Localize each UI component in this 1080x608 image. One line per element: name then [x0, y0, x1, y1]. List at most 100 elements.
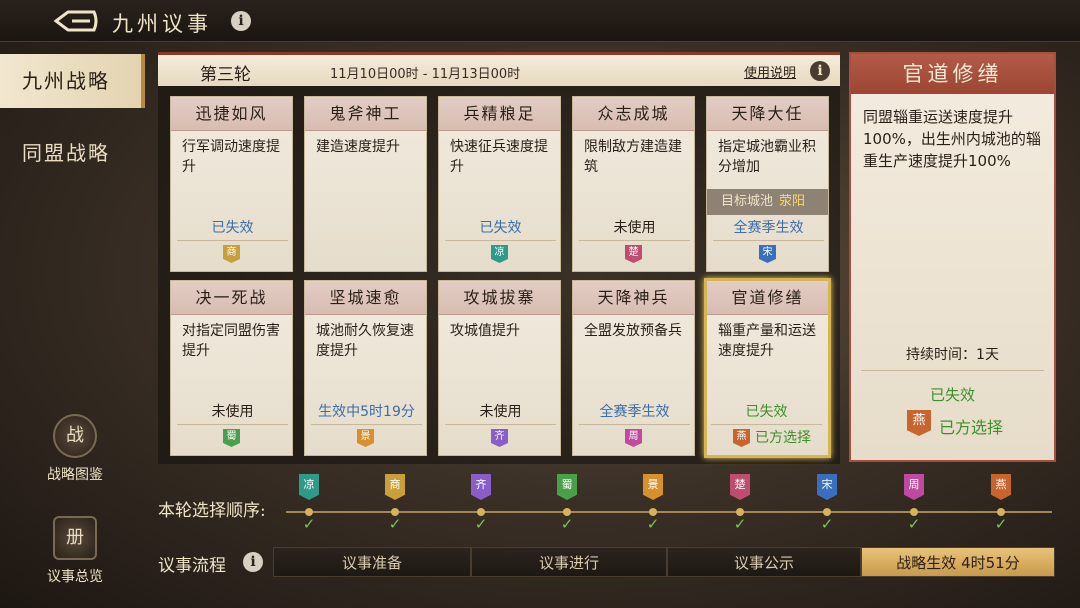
info-icon[interactable]: i — [810, 61, 830, 81]
card-desc: 城池耐久恢复速度提升 — [316, 323, 414, 359]
card-desc: 行军调动速度提升 — [182, 139, 280, 175]
faction-flag-icon: 凉 — [491, 245, 508, 263]
strategy-card[interactable]: 坚城速愈 城池耐久恢复速度提升 生效中5时19分 景 — [304, 280, 427, 456]
card-status: 已失效 — [445, 217, 556, 241]
card-title: 官道修缮 — [707, 281, 828, 315]
card-title: 迅捷如风 — [171, 97, 292, 131]
usage-instructions-link[interactable]: 使用说明 — [744, 62, 796, 81]
strategy-card[interactable]: 鬼斧神工 建造速度提升 — [304, 96, 427, 272]
card-status: 生效中5时19分 — [311, 401, 422, 425]
strategy-card[interactable]: 天降大任 指定城池霸业积分增加 目标城池 荥阳 全赛季生效 宋 — [706, 96, 829, 272]
check-icon: ✓ — [474, 515, 488, 533]
strategy-panel: 第三轮 11月10日00时 - 11月13日00时 使用说明 i 迅捷如风 行军… — [158, 52, 840, 464]
process-step-prepare: 议事准备 — [273, 547, 471, 577]
faction-flag-icon: 齐 — [471, 474, 491, 500]
order-item: 宋 ✓ — [815, 474, 839, 533]
strategy-card-selected[interactable]: 官道修缮 辎重产量和运送速度提升 已失效 燕 已方选择 — [704, 278, 831, 458]
faction-flag-icon: 周 — [625, 429, 642, 447]
card-title: 坚城速愈 — [305, 281, 426, 315]
order-item: 凉 ✓ — [297, 474, 321, 533]
card-desc: 对指定同盟伤害提升 — [182, 323, 280, 359]
council-overview-label: 议事总览 — [47, 569, 103, 585]
page-title: 九州议事 — [112, 12, 212, 36]
strategy-catalog-button[interactable]: 战 战略图鉴 — [30, 414, 120, 484]
card-desc: 限制敌方建造建筑 — [584, 139, 682, 175]
info-icon[interactable]: i — [243, 552, 263, 572]
strategy-catalog-label: 战略图鉴 — [47, 467, 103, 483]
check-icon: ✓ — [560, 515, 574, 533]
faction-flag-icon: 楚 — [625, 245, 642, 263]
card-desc: 攻城值提升 — [450, 323, 520, 339]
council-overview-button[interactable]: 册 议事总览 — [30, 516, 120, 586]
check-icon: ✓ — [820, 515, 834, 533]
card-desc: 全盟发放预备兵 — [584, 323, 682, 339]
target-city-label: 目标城池 — [721, 194, 774, 209]
process-step-announce: 议事公示 — [667, 547, 861, 577]
order-item: 商 ✓ — [383, 474, 407, 533]
strategy-card[interactable]: 迅捷如风 行军调动速度提升 已失效 商 — [170, 96, 293, 272]
check-icon: ✓ — [388, 515, 402, 533]
strategy-card[interactable]: 天降神兵 全盟发放预备兵 全赛季生效 周 — [572, 280, 695, 456]
card-title: 兵精粮足 — [439, 97, 560, 131]
tab-alliance-strategy[interactable]: 同盟战略 — [0, 126, 145, 180]
faction-flag-icon: 燕 — [907, 410, 931, 436]
strategy-card[interactable]: 兵精粮足 快速征兵速度提升 已失效 凉 — [438, 96, 561, 272]
card-title: 天降神兵 — [573, 281, 694, 315]
card-status: 已失效 — [711, 401, 822, 425]
card-title: 鬼斧神工 — [305, 97, 426, 131]
order-item: 楚 ✓ — [728, 474, 752, 533]
own-choice-label: 已方选择 — [939, 418, 1004, 437]
faction-flag-icon: 商 — [385, 474, 405, 500]
selection-order-label: 本轮选择顺序: — [158, 501, 266, 521]
cards-icon: 战 — [53, 414, 97, 458]
faction-flag-icon: 景 — [643, 474, 663, 500]
faction-flag-icon: 燕 — [733, 429, 750, 447]
faction-flag-icon: 商 — [223, 245, 240, 263]
faction-flag-icon: 蜀 — [557, 474, 577, 500]
check-icon: ✓ — [733, 515, 747, 533]
faction-flag-icon: 凉 — [299, 474, 319, 500]
check-icon: ✓ — [646, 515, 660, 533]
round-header: 第三轮 11月10日00时 - 11月13日00时 使用说明 i — [158, 52, 840, 86]
strategy-card[interactable]: 攻城拔寨 攻城值提升 未使用 齐 — [438, 280, 561, 456]
check-icon: ✓ — [302, 515, 316, 533]
faction-flag-icon: 景 — [357, 429, 374, 447]
round-dates: 11月10日00时 - 11月13日00时 — [330, 67, 521, 82]
strategy-card[interactable]: 众志成城 限制敌方建造建筑 未使用 楚 — [572, 96, 695, 272]
card-status: 未使用 — [579, 217, 690, 241]
faction-flag-icon: 宋 — [817, 474, 837, 500]
info-icon[interactable]: i — [231, 11, 251, 31]
faction-flag-icon: 齐 — [491, 429, 508, 447]
card-title: 攻城拔寨 — [439, 281, 560, 315]
back-arrow-icon[interactable] — [50, 8, 100, 34]
faction-flag-icon: 燕 — [991, 474, 1011, 500]
order-item: 周 ✓ — [902, 474, 926, 533]
card-desc: 快速征兵速度提升 — [450, 139, 548, 175]
detail-title: 官道修缮 — [851, 54, 1054, 94]
card-desc: 辎重产量和运送速度提升 — [718, 323, 816, 359]
faction-flag-icon: 周 — [904, 474, 924, 500]
check-icon: ✓ — [994, 515, 1008, 533]
process-step-ongoing: 议事进行 — [471, 547, 667, 577]
card-status: 未使用 — [445, 401, 556, 425]
tab-jiuzhou-strategy[interactable]: 九州战略 — [0, 54, 145, 108]
own-choice-label: 已方选择 — [755, 430, 811, 446]
faction-flag-icon: 蜀 — [223, 429, 240, 447]
process-step-effective: 战略生效 4时51分 — [861, 547, 1055, 577]
scroll-icon: 册 — [53, 516, 97, 560]
faction-flag-icon: 宋 — [759, 245, 776, 263]
round-label: 第三轮 — [200, 65, 251, 85]
card-status: 已失效 — [177, 217, 288, 241]
card-status: 全赛季生效 — [579, 401, 690, 425]
faction-flag-icon: 楚 — [730, 474, 750, 500]
order-item: 蜀 ✓ — [555, 474, 579, 533]
detail-desc: 同盟辎重运送速度提升100%，出生州内城池的辎重生产速度提升100% — [863, 108, 1041, 170]
check-icon: ✓ — [907, 515, 921, 533]
strategy-card[interactable]: 决一死战 对指定同盟伤害提升 未使用 蜀 — [170, 280, 293, 456]
order-item: 齐 ✓ — [469, 474, 493, 533]
target-city-name: 荥阳 — [779, 194, 806, 209]
card-title: 天降大任 — [707, 97, 828, 131]
detail-duration: 持续时间：1天 — [861, 344, 1044, 371]
strategy-detail-panel: 官道修缮 同盟辎重运送速度提升100%，出生州内城池的辎重生产速度提升100% … — [849, 52, 1056, 462]
target-city-row: 目标城池 荥阳 — [707, 189, 828, 215]
